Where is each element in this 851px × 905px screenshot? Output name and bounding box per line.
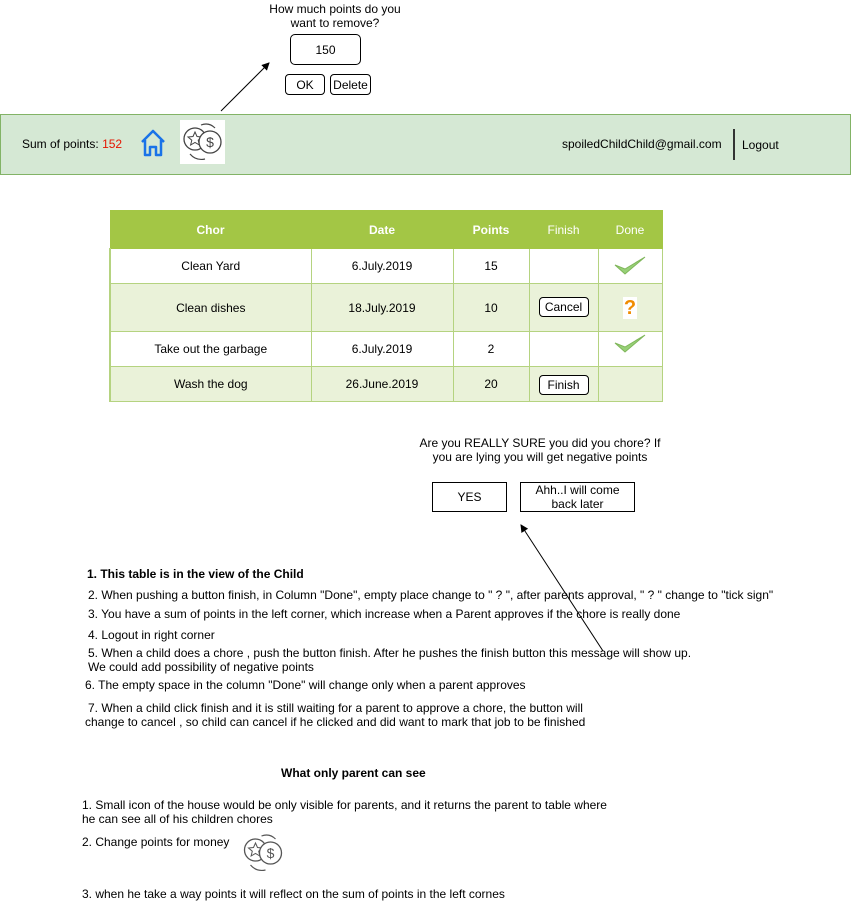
cancel-button[interactable]: Cancel [538,296,589,317]
finish-cell [528,248,599,284]
arrow-icon-popup [220,62,270,112]
date-cell: 6.July.2019 [310,248,454,284]
come-back-later-line1: Ahh..I will come [535,483,620,497]
note-3: 3. You have a sum of points in the left … [88,607,681,621]
note-6: 6. The empty space in the column "Done" … [85,678,526,692]
finish-button[interactable]: Finish [538,375,589,395]
cancel-button-label: Cancel [544,299,583,314]
note-2: 2. When pushing a button finish, in Colu… [88,588,774,602]
svg-text:$: $ [206,134,214,150]
done-cell: ? [597,283,663,332]
check-icon [614,334,646,353]
parent-note-2: 2. Change points for money [82,835,230,849]
column-header-date: Date [310,210,454,249]
come-back-later-button[interactable]: Ahh..I will come back later [520,482,635,512]
logout-link[interactable]: Logout [742,138,779,152]
chores-table: Chor Date Points Finish Done Clean Yard … [109,210,663,402]
table-row: Wash the dog 26.June.2019 20 Finish [109,366,663,402]
table-row: Clean Yard 6.July.2019 15 [109,248,663,284]
confirm-message-line1: Are you REALLY SURE you did you chore? I… [419,436,661,450]
chore-cell: Take out the garbage [109,331,312,367]
header-divider [733,129,735,160]
points-cell: 10 [452,283,530,332]
parent-note-3: 3. when he take a way points it will ref… [82,887,505,901]
parent-note-1-line1: 1. Small icon of the house would be only… [82,798,607,812]
header-bar: Sum of points: 152 $ spoiledChildChild@g… [0,114,851,175]
note-4: 4. Logout in right corner [88,628,215,642]
note-5-line2: We could add possibility of negative poi… [88,660,314,674]
svg-text:$: $ [267,845,275,861]
column-header-finish: Finish [528,210,599,249]
column-header-done: Done [597,210,663,249]
finish-button-label: Finish [547,378,580,392]
done-cell [597,248,663,284]
exchange-points-money-icon[interactable]: $ [180,120,225,164]
chore-cell: Clean Yard [109,248,312,284]
come-back-later-line2: back later [551,497,604,511]
user-email: spoiledChildChild@gmail.com [562,137,722,151]
points-cell: 15 [452,248,530,284]
note-7-line1: 7. When a child click finish and it is s… [88,701,583,715]
date-cell: 6.July.2019 [310,331,454,367]
parent-section-heading: What only parent can see [281,766,426,780]
done-cell [597,331,663,367]
note-5-line1: 5. When a child does a chore , push the … [88,646,692,660]
done-cell [597,366,663,402]
chore-cell: Wash the dog [109,366,312,402]
table-row: Take out the garbage 6.July.2019 2 [109,331,663,367]
note-7-line2: change to cancel , so child can cancel i… [85,715,586,729]
question-icon: ? [623,296,637,319]
chore-cell: Clean dishes [109,283,312,332]
points-cell: 2 [452,331,530,367]
finish-cell: Cancel [528,283,599,332]
yes-button[interactable]: YES [432,482,507,512]
check-icon [614,256,646,275]
column-header-points: Points [452,210,530,249]
finish-cell: Finish [528,366,599,402]
table-header-row: Chor Date Points Finish Done [109,210,663,249]
note-1: 1. This table is in the view of the Chil… [87,567,304,581]
confirm-message-line2: you are lying you will get negative poin… [432,450,648,464]
house-icon[interactable] [139,128,167,158]
sum-of-points: Sum of points: 152 [22,137,122,151]
confirm-message: Are you REALLY SURE you did you chore? I… [400,436,680,464]
exchange-points-money-icon: $ [240,831,286,875]
parent-note-1-line2: he can see all of his children chores [82,812,273,826]
table-row: Clean dishes 18.July.2019 10 Cancel ? [109,283,663,332]
date-cell: 18.July.2019 [310,283,454,332]
yes-button-label: YES [457,490,482,504]
points-cell: 20 [452,366,530,402]
finish-cell [528,331,599,367]
date-cell: 26.June.2019 [310,366,454,402]
sum-of-points-value: 152 [102,137,123,151]
column-header-chore: Chor [109,210,312,249]
sum-of-points-label: Sum of points: [22,137,99,151]
